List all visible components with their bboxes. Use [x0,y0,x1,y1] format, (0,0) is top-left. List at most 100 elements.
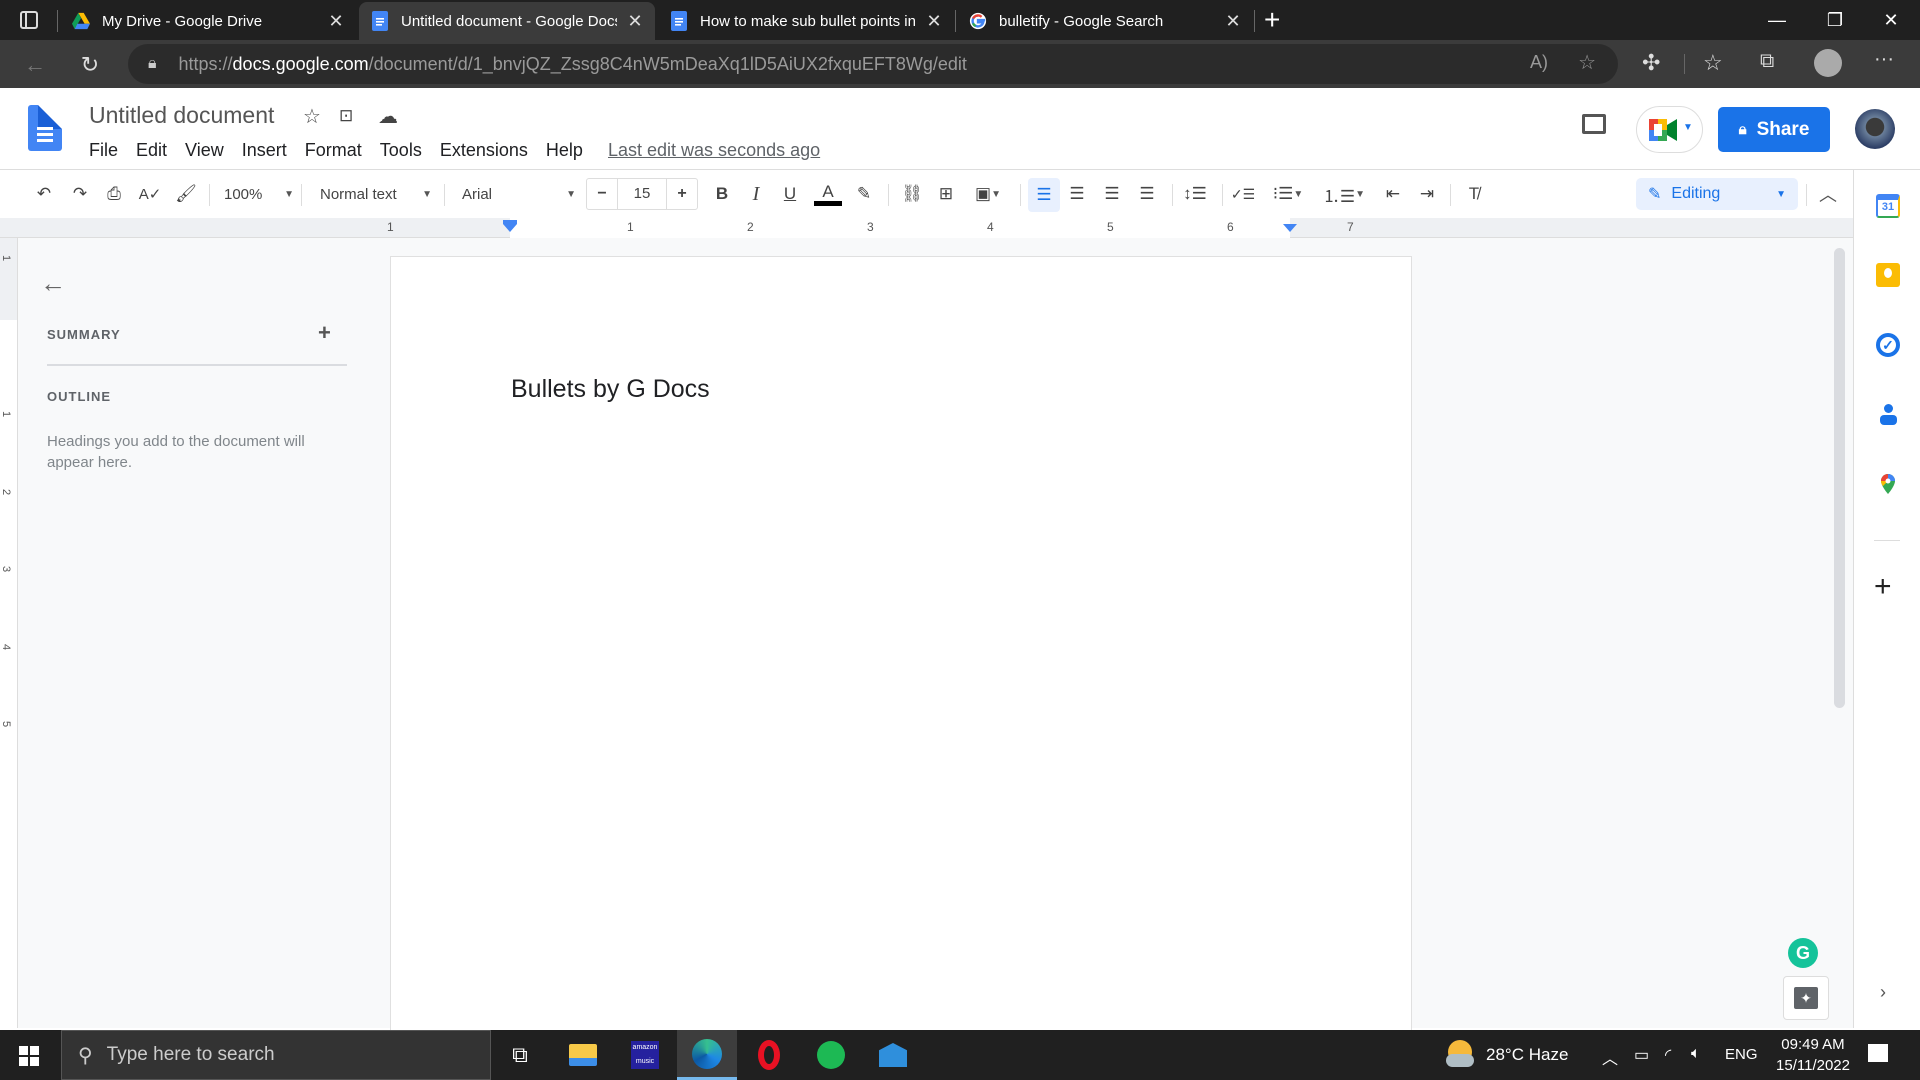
language-indicator[interactable]: ENG [1725,1046,1758,1063]
left-indent-handle[interactable] [503,224,517,232]
decrease-font-size-button[interactable]: − [587,179,617,209]
line-spacing-icon[interactable]: ↕☰ [1182,178,1208,210]
notifications-icon[interactable] [1868,1044,1888,1062]
google-tasks-icon[interactable]: ✓ [1876,333,1900,357]
hide-menus-icon[interactable]: ︿ [1816,178,1840,210]
print-icon[interactable]: ⎙ [102,178,126,210]
mail-icon[interactable] [863,1030,923,1080]
italic-button[interactable]: I [744,178,768,210]
tab-untitled-document[interactable]: Untitled document - Google Docs ✕ [359,2,655,40]
more-options-icon[interactable]: ··· [1874,48,1894,71]
font-size-input[interactable]: 15 [617,179,667,209]
editing-mode-select[interactable]: ✎ Editing ▼ [1636,178,1798,210]
weather-icon[interactable] [1446,1040,1476,1068]
restore-button[interactable]: ❐ [1806,0,1864,40]
increase-font-size-button[interactable]: + [667,179,697,209]
new-tab-button[interactable]: + [1264,4,1280,36]
cloud-saved-icon[interactable]: ☁︎ [378,104,398,129]
menu-view[interactable]: View [185,140,224,161]
menu-edit[interactable]: Edit [136,140,167,161]
last-edit-link[interactable]: Last edit was seconds ago [608,140,820,161]
spotify-icon[interactable] [801,1030,861,1080]
share-button[interactable]: 🔒︎ Share [1718,107,1830,152]
minimize-button[interactable]: — [1748,0,1806,40]
google-keep-icon[interactable] [1876,263,1900,287]
file-explorer-icon[interactable] [553,1030,613,1080]
justify-button[interactable]: ☰ [1134,178,1160,210]
grammarly-icon[interactable]: G [1788,938,1818,968]
close-tab-icon[interactable]: ✕ [926,11,942,32]
menu-help[interactable]: Help [546,140,583,161]
document-page[interactable]: Bullets by G Docs [390,256,1412,1036]
bold-button[interactable]: B [710,178,734,210]
battery-icon[interactable]: ▭ [1634,1045,1649,1065]
document-body-text[interactable]: Bullets by G Docs [511,375,710,404]
align-right-button[interactable]: ☰ [1099,178,1125,210]
google-maps-icon[interactable] [1876,472,1900,496]
wifi-icon[interactable]: ◜ [1665,1045,1671,1065]
tab-actions-icon[interactable] [20,11,38,29]
close-tab-icon[interactable]: ✕ [1225,11,1241,32]
microsoft-edge-icon[interactable] [677,1030,737,1080]
menu-format[interactable]: Format [305,140,362,161]
meet-button[interactable]: ▼ [1636,106,1703,153]
close-tab-icon[interactable]: ✕ [328,11,344,32]
align-center-button[interactable]: ☰ [1064,178,1090,210]
numbered-list-button[interactable]: ⒈☰ ▼ [1322,178,1366,210]
collections-icon[interactable]: ⧉ [1760,50,1774,73]
increase-indent-icon[interactable]: ⇥ [1414,178,1440,210]
get-addons-icon[interactable]: + [1874,570,1892,604]
paint-format-icon[interactable]: 🖌︎ [174,178,198,210]
amazon-music-icon[interactable]: amazon music [615,1030,675,1080]
highlight-icon[interactable]: ✎ [852,178,876,210]
menu-tools[interactable]: Tools [380,140,422,161]
url-text[interactable]: https://docs.google.com/document/d/1_bnv… [179,54,967,75]
menu-insert[interactable]: Insert [242,140,287,161]
comments-icon[interactable] [1582,114,1606,134]
align-left-button[interactable]: ☰ [1028,178,1060,212]
underline-button[interactable]: U [778,178,802,210]
lock-icon[interactable]: 🔒︎ [148,55,157,73]
spellcheck-icon[interactable]: A✓ [138,178,162,210]
weather-text[interactable]: 28°C Haze [1486,1045,1568,1065]
windows-start-icon[interactable] [19,1046,39,1066]
vertical-scrollbar[interactable] [1834,248,1845,708]
read-aloud-icon[interactable]: A) [1530,52,1548,73]
back-arrow-icon[interactable]: ← [40,268,66,299]
move-folder-icon[interactable]: ⊡ [339,106,353,126]
explore-button[interactable]: ✦ [1783,976,1829,1020]
taskbar-search[interactable]: ⚲ Type here to search [61,1030,491,1080]
profile-icon[interactable] [1814,49,1842,77]
style-select[interactable]: Normal text ▼ [320,178,432,210]
insert-link-icon[interactable]: ⛓︎ [899,178,925,210]
address-bar[interactable]: 🔒︎ https://docs.google.com/document/d/1_… [128,44,1618,84]
tab-my-drive[interactable]: My Drive - Google Drive ✕ [60,2,356,40]
refresh-icon[interactable]: ↻ [77,52,103,78]
font-select[interactable]: Arial ▼ [462,178,576,210]
checklist-icon[interactable]: ✓☰ [1230,178,1256,210]
zoom-select[interactable]: 100% ▼ [224,178,294,210]
account-avatar[interactable] [1855,109,1895,149]
document-title[interactable]: Untitled document [89,102,274,129]
clear-formatting-icon[interactable]: T̸ [1461,178,1487,210]
close-tab-icon[interactable]: ✕ [627,11,643,32]
back-icon[interactable]: ← [22,52,48,78]
tab-sub-bullet-points[interactable]: How to make sub bullet points in Google … [658,2,954,40]
task-view-icon[interactable]: ⧉ [490,1030,550,1080]
favorites-icon[interactable]: ☆ [1703,50,1723,76]
right-indent-handle[interactable] [1283,224,1297,232]
show-hidden-icons[interactable]: ︿ [1602,1045,1618,1069]
extensions-icon[interactable]: ✣ [1642,50,1660,76]
tab-bulletify-search[interactable]: bulletify - Google Search ✕ [957,2,1253,40]
star-icon[interactable]: ☆ [303,104,321,129]
menu-file[interactable]: File [89,140,118,161]
insert-image-icon[interactable]: ▣ ▼ [968,178,1008,210]
redo-icon[interactable]: ↷ [68,178,92,210]
add-summary-icon[interactable]: + [318,320,331,346]
bulleted-list-button[interactable]: ⁝☰ ▼ [1266,178,1310,210]
show-side-panel-icon[interactable]: › [1880,982,1886,1003]
volume-icon[interactable]: 🔈︎ [1691,1045,1701,1063]
add-comment-icon[interactable]: ⊞ [934,178,958,210]
undo-icon[interactable]: ↶ [32,178,56,210]
text-color-button[interactable]: A [814,178,842,210]
